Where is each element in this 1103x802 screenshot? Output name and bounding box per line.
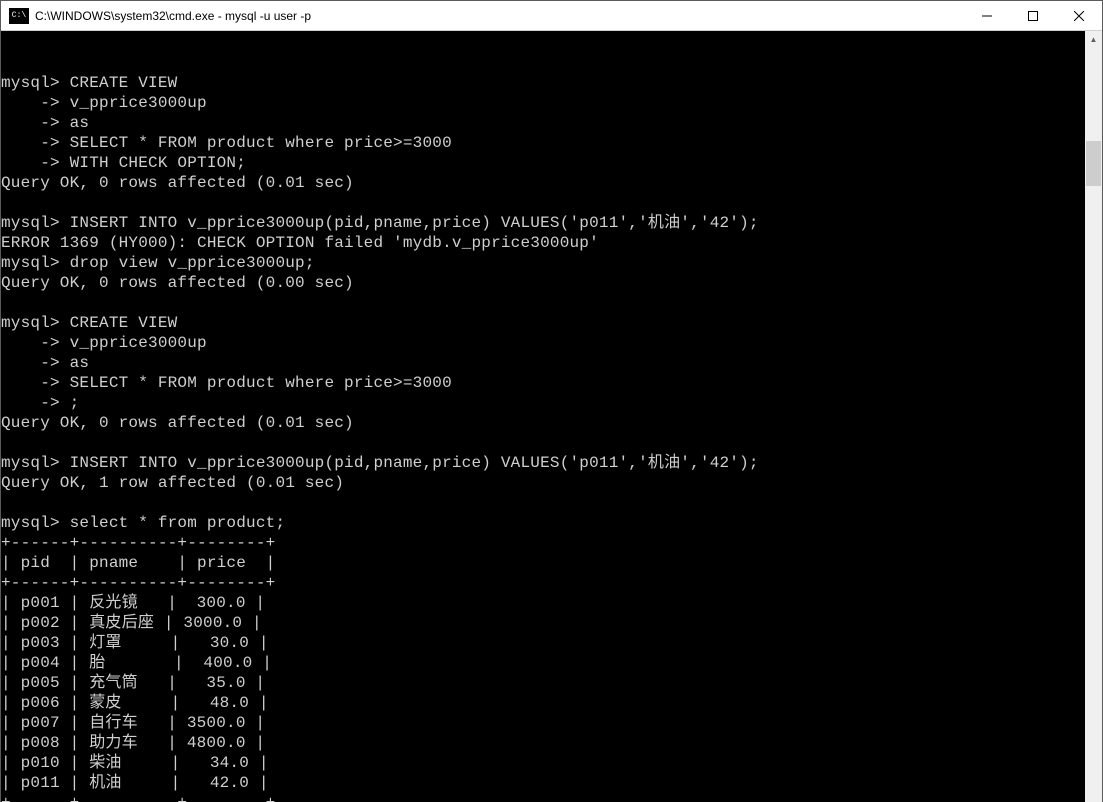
terminal-line: mysql> CREATE VIEW	[1, 73, 1085, 93]
terminal-line: +------+----------+--------+	[1, 793, 1085, 802]
cmd-icon: C:\	[9, 8, 29, 24]
terminal-line: mysql> INSERT INTO v_pprice3000up(pid,pn…	[1, 453, 1085, 473]
terminal-line: +------+----------+--------+	[1, 573, 1085, 593]
terminal-line: mysql> INSERT INTO v_pprice3000up(pid,pn…	[1, 213, 1085, 233]
terminal-line: -> as	[1, 113, 1085, 133]
terminal-line: mysql> select * from product;	[1, 513, 1085, 533]
terminal-line	[1, 493, 1085, 513]
terminal-line: -> v_pprice3000up	[1, 333, 1085, 353]
terminal-line: -> ;	[1, 393, 1085, 413]
terminal-line: -> as	[1, 353, 1085, 373]
terminal-line	[1, 193, 1085, 213]
terminal-line: | p007 | 自行车 | 3500.0 |	[1, 713, 1085, 733]
terminal-line	[1, 293, 1085, 313]
terminal-line: | p002 | 真皮后座 | 3000.0 |	[1, 613, 1085, 633]
window-title: C:\WINDOWS\system32\cmd.exe - mysql -u u…	[35, 9, 964, 23]
scroll-thumb[interactable]	[1086, 141, 1101, 186]
vertical-scrollbar[interactable]: ▲ ▼	[1085, 31, 1102, 802]
terminal-line: | p003 | 灯罩 | 30.0 |	[1, 633, 1085, 653]
client-area: mysql> CREATE VIEW -> v_pprice3000up -> …	[1, 31, 1102, 802]
terminal-line: mysql> drop view v_pprice3000up;	[1, 253, 1085, 273]
terminal-line: -> SELECT * FROM product where price>=30…	[1, 133, 1085, 153]
terminal-line: +------+----------+--------+	[1, 533, 1085, 553]
titlebar[interactable]: C:\ C:\WINDOWS\system32\cmd.exe - mysql …	[1, 1, 1102, 31]
terminal-line: | p011 | 机油 | 42.0 |	[1, 773, 1085, 793]
terminal-line: | p004 | 胎 | 400.0 |	[1, 653, 1085, 673]
terminal-output[interactable]: mysql> CREATE VIEW -> v_pprice3000up -> …	[1, 31, 1085, 802]
scroll-up-arrow[interactable]: ▲	[1085, 31, 1102, 48]
terminal-line	[1, 433, 1085, 453]
terminal-line: | p008 | 助力车 | 4800.0 |	[1, 733, 1085, 753]
terminal-line: | p005 | 充气筒 | 35.0 |	[1, 673, 1085, 693]
terminal-line: | p010 | 柴油 | 34.0 |	[1, 753, 1085, 773]
terminal-line: Query OK, 0 rows affected (0.00 sec)	[1, 273, 1085, 293]
terminal-line: | p006 | 蒙皮 | 48.0 |	[1, 693, 1085, 713]
terminal-line: mysql> CREATE VIEW	[1, 313, 1085, 333]
terminal-line: Query OK, 1 row affected (0.01 sec)	[1, 473, 1085, 493]
terminal-line: | pid | pname | price |	[1, 553, 1085, 573]
minimize-button[interactable]	[964, 1, 1010, 31]
terminal-line: ERROR 1369 (HY000): CHECK OPTION failed …	[1, 233, 1085, 253]
cmd-icon-label: C:\	[12, 11, 26, 20]
terminal-line: Query OK, 0 rows affected (0.01 sec)	[1, 413, 1085, 433]
maximize-button[interactable]	[1010, 1, 1056, 31]
terminal-line: | p001 | 反光镜 | 300.0 |	[1, 593, 1085, 613]
cmd-window: C:\ C:\WINDOWS\system32\cmd.exe - mysql …	[0, 0, 1103, 802]
terminal-line: Query OK, 0 rows affected (0.01 sec)	[1, 173, 1085, 193]
close-button[interactable]	[1056, 1, 1102, 31]
terminal-line: -> v_pprice3000up	[1, 93, 1085, 113]
terminal-line: -> WITH CHECK OPTION;	[1, 153, 1085, 173]
terminal-line: -> SELECT * FROM product where price>=30…	[1, 373, 1085, 393]
